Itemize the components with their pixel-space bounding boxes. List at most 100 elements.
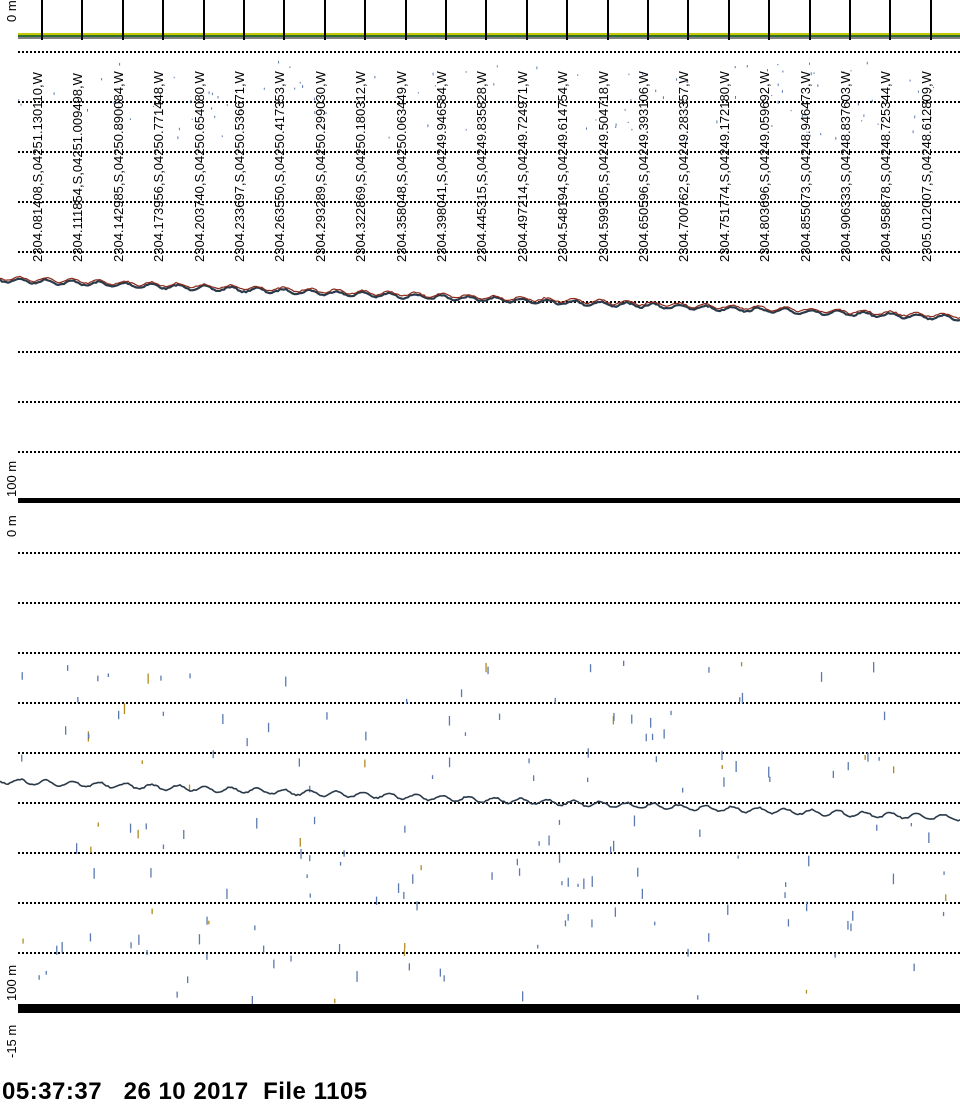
speckle-dot bbox=[777, 100, 779, 104]
speckle-dot bbox=[309, 855, 311, 862]
speckle-dot bbox=[21, 754, 23, 762]
speckle-dot bbox=[448, 716, 451, 726]
speckle-dot bbox=[867, 752, 869, 762]
speckle-dot bbox=[21, 672, 23, 680]
speckle-dot bbox=[339, 861, 342, 866]
speckle-dot bbox=[847, 762, 849, 771]
speckle-dot bbox=[518, 868, 521, 876]
position-label: 2304.203740,S,04250.654080,W bbox=[192, 71, 207, 262]
speckle-dot bbox=[226, 888, 228, 899]
speckle-dot bbox=[583, 878, 585, 890]
speckle-dot bbox=[412, 874, 414, 884]
speckle-dot bbox=[101, 78, 103, 81]
speckle-dot bbox=[162, 844, 165, 850]
speckle-dot bbox=[866, 61, 868, 65]
speckle-dot bbox=[77, 697, 79, 703]
speckle-dot bbox=[160, 675, 162, 681]
speckle-dot bbox=[522, 991, 524, 1002]
speckle-dot bbox=[782, 70, 784, 73]
speckle-dot bbox=[417, 92, 419, 94]
speckle-dot bbox=[631, 714, 633, 724]
speckle-dot bbox=[737, 855, 739, 859]
position-label: 2304.855073,S,04248.946473,W bbox=[798, 71, 813, 262]
speckle-dot bbox=[93, 868, 95, 879]
speckle-dot bbox=[299, 81, 301, 84]
lower-seabed-trace bbox=[0, 778, 960, 822]
speckle-dot bbox=[784, 892, 786, 899]
speckle-dot bbox=[176, 991, 178, 998]
speckle-dot bbox=[343, 850, 345, 857]
speckle-dot bbox=[633, 815, 636, 827]
speckle-dot bbox=[577, 74, 579, 76]
speckle-dot bbox=[835, 136, 837, 140]
speckle-dot bbox=[832, 770, 834, 779]
speckle-dot bbox=[485, 663, 487, 673]
speckle-dot bbox=[375, 896, 378, 905]
speckle-dot bbox=[654, 921, 656, 926]
speckle-dot bbox=[928, 832, 930, 843]
speckle-dot bbox=[864, 755, 866, 760]
speckle-dot bbox=[613, 712, 615, 721]
speckle-dot bbox=[850, 923, 852, 932]
speckle-dot bbox=[655, 89, 657, 93]
speckle-dot bbox=[212, 750, 214, 759]
position-label: 2304.751774,S,04249.172180,W bbox=[717, 71, 732, 262]
speckle-dot bbox=[129, 823, 132, 833]
speckle-dot bbox=[76, 843, 78, 854]
speckle-dot bbox=[561, 881, 563, 886]
speckle-dot bbox=[591, 919, 593, 928]
speckle-dot bbox=[56, 945, 58, 955]
speckle-dot bbox=[290, 955, 292, 962]
speckle-dot bbox=[871, 99, 873, 102]
position-label: 2304.233697,S,04250.536671,W bbox=[232, 71, 247, 262]
position-label: 2304.906333,S,04248.837603,W bbox=[838, 71, 853, 262]
speckle-dot bbox=[87, 108, 88, 112]
speckle-dot bbox=[147, 673, 149, 684]
speckle-dot bbox=[615, 123, 617, 126]
speckle-dot bbox=[439, 968, 441, 977]
speckle-dot bbox=[206, 953, 208, 960]
position-label: 2304.700762,S,04249.283357,W bbox=[676, 71, 691, 262]
speckle-dot bbox=[820, 672, 823, 682]
speckle-dot bbox=[781, 90, 783, 93]
surface-band-yellow bbox=[18, 33, 960, 35]
speckle-dot bbox=[416, 901, 418, 911]
speckle-dot bbox=[564, 920, 567, 927]
speckle-dot bbox=[820, 133, 822, 136]
speckle-dot bbox=[697, 995, 699, 1000]
surface-band-green bbox=[18, 35, 960, 37]
speckle-dot bbox=[496, 65, 498, 68]
speckle-dot bbox=[727, 904, 729, 915]
speckle-dot bbox=[614, 907, 616, 917]
speckle-dot bbox=[847, 920, 849, 930]
speckle-dot bbox=[309, 785, 311, 793]
speckle-dot bbox=[431, 775, 434, 779]
speckle-dot bbox=[388, 136, 390, 139]
speckle-dot bbox=[538, 841, 540, 846]
speckle-dot bbox=[464, 732, 467, 736]
speckle-dot bbox=[516, 858, 518, 866]
speckle-dot bbox=[610, 846, 612, 854]
speckle-dot bbox=[177, 136, 179, 140]
speckle-dot bbox=[427, 124, 429, 128]
speckle-dot bbox=[883, 711, 886, 721]
speckle-dot bbox=[365, 731, 367, 741]
speckle-dot bbox=[893, 766, 895, 774]
speckle-dot bbox=[682, 787, 684, 793]
position-label: 2304.142985,S,04250.890084,W bbox=[111, 71, 126, 262]
speckle-dot bbox=[943, 871, 945, 875]
speckle-dot bbox=[38, 975, 40, 980]
speckle-dot bbox=[208, 920, 210, 925]
speckle-dot bbox=[650, 717, 652, 728]
speckle-dot bbox=[20, 103, 22, 106]
speckle-dot bbox=[876, 824, 878, 831]
speckle-dot bbox=[861, 120, 863, 122]
speckle-dot bbox=[623, 660, 625, 667]
speckle-dot bbox=[206, 916, 208, 925]
speckle-dot bbox=[302, 85, 304, 89]
speckle-dot bbox=[498, 713, 501, 720]
speckle-dot bbox=[408, 963, 410, 971]
speckle-dot bbox=[655, 756, 657, 763]
speckle-dot bbox=[53, 92, 55, 95]
speckle-dot bbox=[443, 975, 445, 982]
